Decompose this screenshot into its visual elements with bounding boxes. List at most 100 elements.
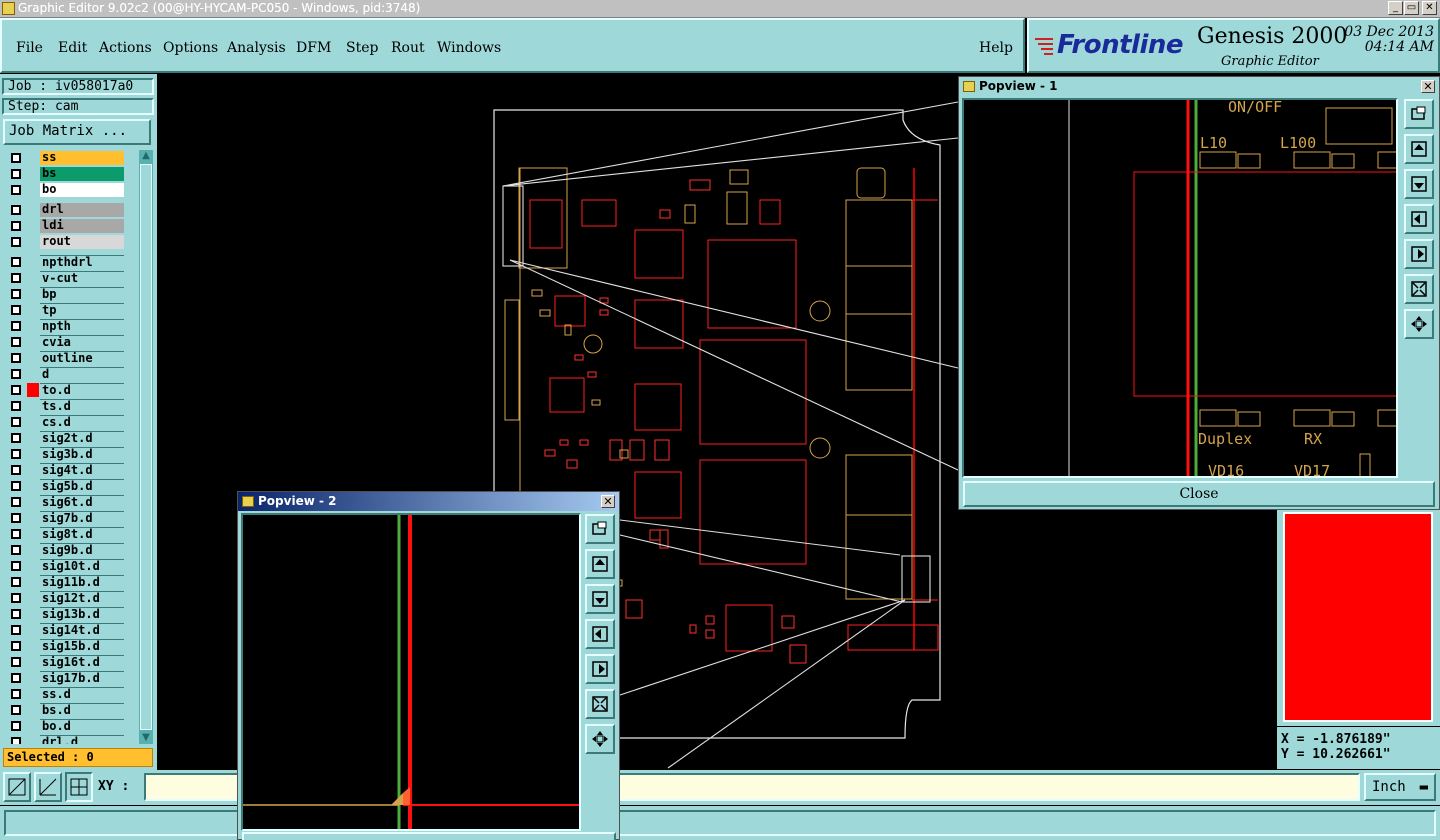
layer-checkbox[interactable] [11, 577, 21, 587]
menu-options[interactable]: Options [163, 40, 218, 56]
layer-checkbox[interactable] [11, 353, 21, 363]
layer-checkbox[interactable] [11, 185, 21, 195]
menu-edit[interactable]: Edit [58, 40, 87, 56]
layer-row[interactable]: drl [4, 202, 138, 218]
layer-name[interactable]: sig14t.d [40, 623, 124, 637]
layer-row[interactable]: bs.d [4, 702, 138, 718]
layer-checkbox[interactable] [11, 609, 21, 619]
layer-row[interactable]: to.d [4, 382, 138, 398]
layer-name[interactable]: sig11b.d [40, 575, 124, 589]
pan-down-button[interactable] [1404, 169, 1434, 199]
layer-name[interactable]: ldi [40, 219, 124, 233]
layer-checkbox[interactable] [11, 433, 21, 443]
layer-checkbox[interactable] [11, 705, 21, 715]
layer-name[interactable]: sig7b.d [40, 511, 124, 525]
layer-checkbox[interactable] [11, 721, 21, 731]
layer-checkbox[interactable] [11, 449, 21, 459]
layer-name[interactable]: sig5b.d [40, 479, 124, 493]
layer-row[interactable]: bp [4, 286, 138, 302]
layer-name[interactable]: sig9b.d [40, 543, 124, 557]
layer-checkbox[interactable] [11, 593, 21, 603]
popview-1-close-button[interactable]: Close [963, 481, 1435, 507]
zoom-home-button[interactable] [1404, 99, 1434, 129]
layer-name[interactable]: npthdrl [40, 255, 124, 269]
menu-file[interactable]: File [16, 40, 43, 56]
layer-row[interactable]: ss.d [4, 686, 138, 702]
units-select[interactable]: Inch ▬ [1364, 773, 1436, 801]
layer-name[interactable]: ss.d [40, 687, 124, 701]
scroll-down-icon[interactable]: ▼ [139, 732, 153, 744]
layer-checkbox[interactable] [11, 657, 21, 667]
layer-name[interactable]: rout [40, 235, 124, 249]
layer-row[interactable]: ldi [4, 218, 138, 234]
layer-row[interactable]: bo [4, 182, 138, 198]
layer-name[interactable]: sig13b.d [40, 607, 124, 621]
layer-row[interactable]: sig8t.d [4, 526, 138, 542]
layer-row[interactable]: sig4t.d [4, 462, 138, 478]
menu-actions[interactable]: Actions [99, 40, 152, 56]
layer-checkbox[interactable] [11, 737, 21, 744]
layer-row[interactable]: bs [4, 166, 138, 182]
layer-name[interactable]: drl [40, 203, 124, 217]
layer-name[interactable]: sig16t.d [40, 655, 124, 669]
layer-checkbox[interactable] [11, 273, 21, 283]
layer-row[interactable]: sig15b.d [4, 638, 138, 654]
layer-checkbox[interactable] [11, 257, 21, 267]
pan-right-button[interactable] [585, 654, 615, 684]
maximize-button[interactable]: ▭ [1404, 1, 1419, 15]
layer-name[interactable]: v-cut [40, 271, 124, 285]
layer-checkbox[interactable] [11, 561, 21, 571]
layer-name[interactable]: bo.d [40, 719, 124, 733]
layer-checkbox[interactable] [11, 529, 21, 539]
layer-name[interactable]: sig15b.d [40, 639, 124, 653]
layer-name[interactable]: sig10t.d [40, 559, 124, 573]
layer-name[interactable]: bs [40, 167, 124, 181]
layer-row[interactable]: drl.d [4, 734, 138, 744]
layer-checkbox[interactable] [11, 237, 21, 247]
layer-name[interactable]: bo [40, 183, 124, 197]
layer-name[interactable]: to.d [40, 383, 124, 397]
zoom-home-button[interactable] [585, 514, 615, 544]
layer-row[interactable]: d [4, 366, 138, 382]
layer-name[interactable]: sig8t.d [40, 527, 124, 541]
layer-row[interactable]: outline [4, 350, 138, 366]
layer-row[interactable]: sig9b.d [4, 542, 138, 558]
layer-name[interactable]: d [40, 367, 124, 381]
layer-scrollbar[interactable]: ▲ ▼ [139, 150, 153, 744]
layer-checkbox[interactable] [11, 545, 21, 555]
layer-row[interactable]: tp [4, 302, 138, 318]
layer-row[interactable]: sig7b.d [4, 510, 138, 526]
layer-checkbox[interactable] [11, 221, 21, 231]
popview-2-close-button[interactable] [242, 832, 616, 840]
scrollbar-thumb[interactable] [140, 164, 152, 730]
layer-preview[interactable] [1283, 512, 1433, 722]
layer-name[interactable]: ss [40, 151, 124, 165]
pan-left-button[interactable] [1404, 204, 1434, 234]
layer-row[interactable]: sig3b.d [4, 446, 138, 462]
zoom-out-button[interactable] [585, 689, 615, 719]
layer-name[interactable]: cs.d [40, 415, 124, 429]
layer-checkbox[interactable] [11, 385, 21, 395]
layer-row[interactable]: sig10t.d [4, 558, 138, 574]
layer-checkbox[interactable] [11, 337, 21, 347]
layer-row[interactable]: sig6t.d [4, 494, 138, 510]
snap-tool-button[interactable] [3, 772, 31, 802]
layer-checkbox[interactable] [11, 401, 21, 411]
layer-row[interactable]: cs.d [4, 414, 138, 430]
layer-name[interactable]: sig3b.d [40, 447, 124, 461]
zoom-in-button[interactable] [1404, 309, 1434, 339]
layer-name[interactable]: sig6t.d [40, 495, 124, 509]
scroll-up-icon[interactable]: ▲ [139, 150, 153, 162]
popview-2-close-icon[interactable]: ✕ [601, 495, 615, 508]
layer-row[interactable]: ts.d [4, 398, 138, 414]
layer-checkbox[interactable] [11, 689, 21, 699]
minimize-button[interactable]: _ [1388, 1, 1403, 15]
layer-checkbox[interactable] [11, 417, 21, 427]
window-close-button[interactable]: ✕ [1422, 1, 1437, 15]
layer-row[interactable]: sig11b.d [4, 574, 138, 590]
layer-checkbox[interactable] [11, 369, 21, 379]
layer-checkbox[interactable] [11, 465, 21, 475]
layer-row[interactable]: sig5b.d [4, 478, 138, 494]
layer-row[interactable]: rout [4, 234, 138, 250]
layer-checkbox[interactable] [11, 641, 21, 651]
